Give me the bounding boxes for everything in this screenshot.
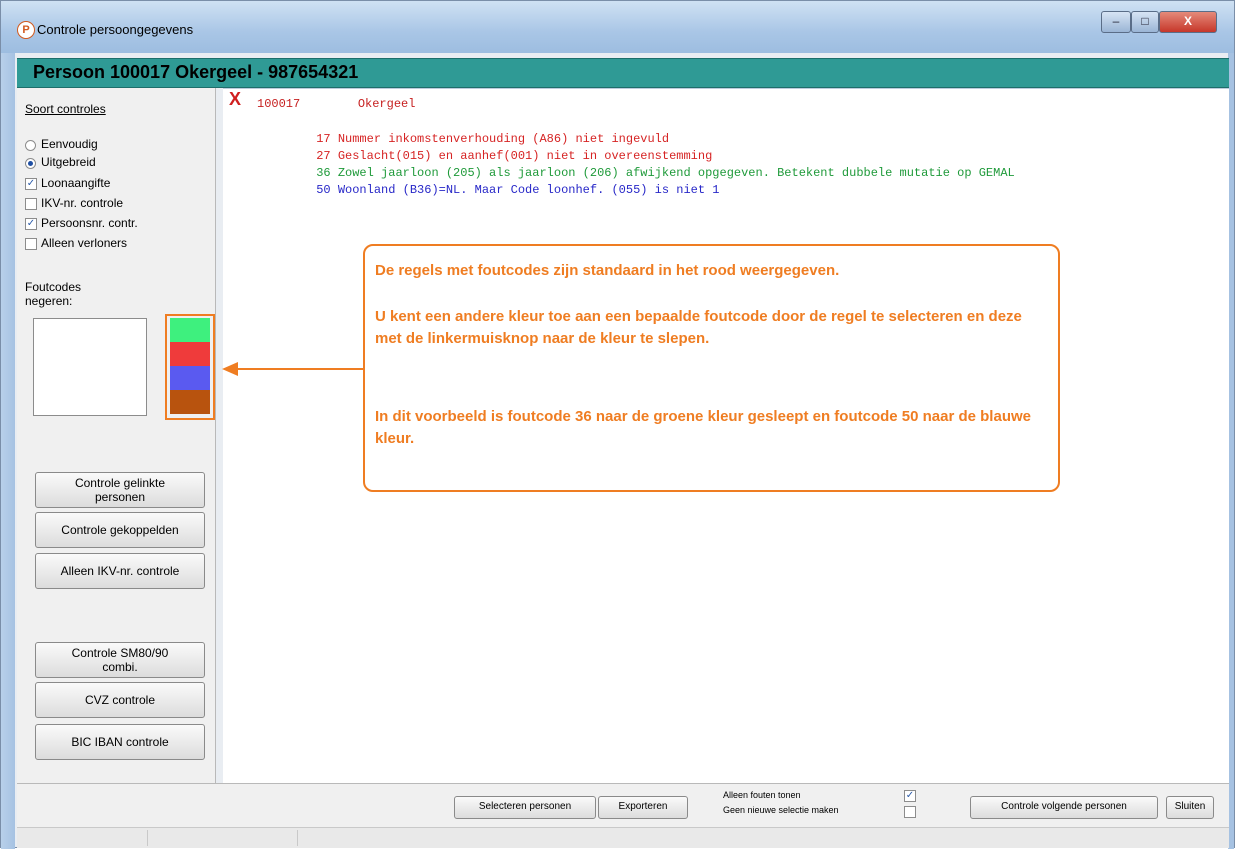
status-bar xyxy=(17,827,1229,848)
ignore-codes-label: Foutcodes xyxy=(25,280,82,294)
info-callout: De regels met foutcodes zijn standaard i… xyxy=(363,244,1060,492)
checkbox-ikv-controle[interactable] xyxy=(25,198,37,210)
ignore-codes-label-2: negeren: xyxy=(25,294,73,308)
color-swatch-red[interactable] xyxy=(170,342,210,366)
export-button[interactable]: Exporteren xyxy=(598,796,688,819)
callout-arrow-line xyxy=(236,368,364,370)
button-label-line2: combi. xyxy=(102,660,138,674)
checkbox-ikv-controle-label: IKV-nr. controle xyxy=(41,196,124,210)
status-segment xyxy=(147,830,298,846)
callout-paragraph-2: U kent een andere kleur toe aan een bepa… xyxy=(375,308,1022,347)
controle-gekoppelden-button[interactable]: Controle gekoppelden xyxy=(35,512,205,548)
bottom-toolbar: Selecteren personen Exporteren Alleen fo… xyxy=(17,783,1229,828)
button-label-line2: personen xyxy=(94,490,146,504)
cvz-controle-button[interactable]: CVZ controle xyxy=(35,682,205,718)
button-label: Controle gekoppelden xyxy=(61,523,179,537)
button-label: BIC IBAN controle xyxy=(71,735,169,749)
checkbox-alleen-verloners-label: Alleen verloners xyxy=(41,236,128,250)
radio-eenvoudig-label: Eenvoudig xyxy=(41,137,98,151)
person-header: Persoon 100017 Okergeel - 987654321 xyxy=(17,58,1229,88)
alleen-ikv-controle-button[interactable]: Alleen IKV-nr. controle xyxy=(35,553,205,589)
button-label: Alleen IKV-nr. controle xyxy=(60,564,180,578)
error-marker-icon: X xyxy=(229,89,242,109)
window-frame-left xyxy=(1,53,15,849)
color-swatch-blue[interactable] xyxy=(170,366,210,390)
callout-paragraph-3: In dit voorbeeld is foutcode 36 naar de … xyxy=(375,408,1031,447)
radio-uitgebreid-label: Uitgebreid xyxy=(41,155,96,169)
application-window: P Controle persoongegevens – □ X Persoon… xyxy=(0,0,1235,849)
no-new-selection-checkbox[interactable] xyxy=(904,806,916,818)
title-bar[interactable]: P Controle persoongegevens – □ X xyxy=(1,1,1234,53)
checkbox-persoonsnr-label: Persoonsnr. contr. xyxy=(41,216,138,230)
only-errors-label: Alleen fouten tonen xyxy=(723,790,801,800)
checkbox-loonaangifte-label: Loonaangifte xyxy=(41,176,111,190)
minimize-button[interactable]: – xyxy=(1101,11,1131,33)
checkbox-alleen-verloners[interactable] xyxy=(25,238,37,250)
error-text: Woonland (B36)=NL. Maar Code loonhef. (0… xyxy=(337,183,720,197)
bic-iban-controle-button[interactable]: BIC IBAN controle xyxy=(35,724,205,760)
next-persons-button[interactable]: Controle volgende personen xyxy=(970,796,1158,819)
ignore-codes-list[interactable] xyxy=(33,318,147,416)
checkbox-persoonsnr[interactable]: ✓ xyxy=(25,218,37,230)
callout-paragraph-1: De regels met foutcodes zijn standaard i… xyxy=(375,262,840,279)
checkbox-loonaangifte[interactable]: ✓ xyxy=(25,178,37,190)
color-palette xyxy=(165,314,215,420)
color-swatch-green[interactable] xyxy=(170,318,210,342)
button-label-line1: Controle gelinkte xyxy=(74,476,166,490)
error-code: 50 xyxy=(316,183,331,197)
radio-uitgebreid[interactable] xyxy=(25,158,36,169)
maximize-button[interactable]: □ xyxy=(1131,11,1159,33)
control-type-label: Soort controles xyxy=(25,102,106,116)
callout-arrow-icon xyxy=(222,362,238,376)
app-icon: P xyxy=(17,21,35,39)
close-window-button[interactable]: X xyxy=(1159,11,1217,33)
radio-eenvoudig[interactable] xyxy=(25,140,36,151)
person-result-line[interactable]: 100017 Okergeel xyxy=(257,97,415,111)
button-label-line1: Controle SM80/90 xyxy=(71,646,169,660)
controle-sm80-90-button[interactable]: Controle SM80/90 combi. xyxy=(35,642,205,678)
select-persons-button[interactable]: Selecteren personen xyxy=(454,796,596,819)
no-new-selection-label: Geen nieuwe selectie maken xyxy=(723,805,839,815)
only-errors-checkbox[interactable]: ✓ xyxy=(904,790,916,802)
control-options-panel: Soort controles Eenvoudig Uitgebreid ✓ L… xyxy=(17,88,216,783)
color-swatch-brown[interactable] xyxy=(170,390,210,414)
close-button[interactable]: Sluiten xyxy=(1166,796,1214,819)
result-line-50[interactable]: 50 Woonland (B36)=NL. Maar Code loonhef.… xyxy=(273,169,720,211)
status-segment xyxy=(17,830,148,846)
window-title: Controle persoongegevens xyxy=(37,22,194,37)
button-label: CVZ controle xyxy=(84,693,156,707)
person-header-title: Persoon 100017 Okergeel - 987654321 xyxy=(33,62,359,82)
controle-gelinkte-personen-button[interactable]: Controle gelinkte personen xyxy=(35,472,205,508)
